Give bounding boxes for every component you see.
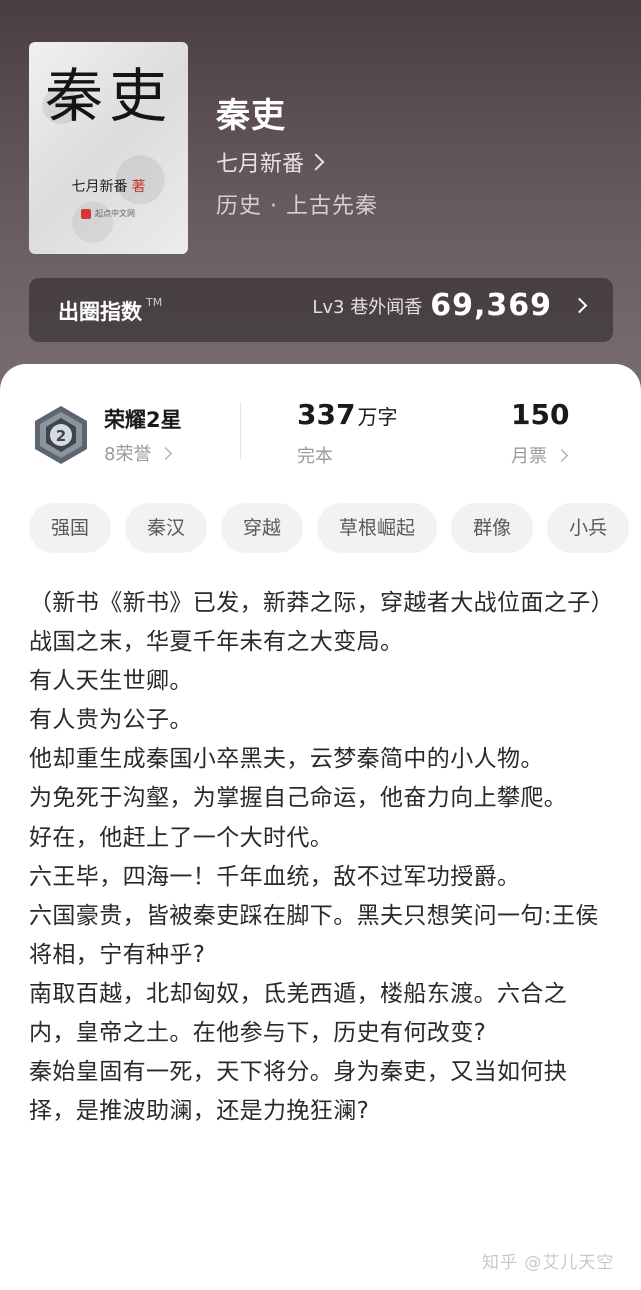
synopsis-line: 有人天生世卿。 <box>29 668 193 695</box>
tag-chip[interactable]: 草根崛起 <box>317 503 438 553</box>
honor-name: 荣耀2星 <box>104 408 182 432</box>
cover-publisher-name: 起点中文网 <box>95 209 135 218</box>
tag-list: 强国 秦汉 穿越 草根崛起 群像 小兵 <box>29 503 641 553</box>
monthly-ticket-link[interactable]: 月票 <box>511 442 568 468</box>
chevron-right-icon <box>159 446 173 460</box>
book-cover[interactable]: 秦吏 七月新番著 起点中文网 <box>29 42 188 254</box>
author-name: 七月新番 <box>216 152 305 177</box>
synopsis-line: 他却重生成秦国小卒黑夫，云梦秦简中的小人物。 <box>29 746 544 773</box>
honor-count-link[interactable]: 8荣誉 <box>104 440 173 466</box>
synopsis-line: 六国豪贵，皆被秦吏踩在脚下。黑夫只想笑问一句:王侯将相，宁有种乎? <box>29 902 599 968</box>
tag-chip[interactable]: 群像 <box>451 503 534 553</box>
index-label: 出圈指数 TM <box>58 296 162 326</box>
chevron-right-icon <box>571 297 588 314</box>
synopsis-line: （新书《新书》已发，新莽之际，穿越者大战位面之子） <box>29 590 614 616</box>
book-category: 历史 · 上古先秦 <box>216 194 378 219</box>
cover-author: 七月新番著 <box>29 176 188 196</box>
tag-chip[interactable]: 小兵 <box>547 503 630 553</box>
word-count-value: 337 <box>297 398 356 431</box>
tag-chip[interactable]: 强国 <box>29 503 112 553</box>
monthly-ticket-count: 150 <box>511 398 570 431</box>
cover-author-suffix: 著 <box>131 179 146 195</box>
trademark-mark: TM <box>146 296 163 309</box>
badge-number: 2 <box>56 427 66 445</box>
synopsis-line: 六王毕，四海一！千年血统，敌不过军功授爵。 <box>29 863 521 890</box>
book-synopsis: （新书《新书》已发，新莽之际，穿越者大战位面之子） 战国之末，华夏千年未有之大变… <box>29 584 614 1131</box>
index-value-group: Lv3 巷外闻香 69,369 <box>312 288 588 323</box>
author-link[interactable]: 七月新番 <box>216 146 325 178</box>
synopsis-line: 有人贵为公子。 <box>29 707 193 734</box>
cover-title: 秦吏 <box>44 62 173 130</box>
word-count-unit: 万字 <box>357 405 398 429</box>
cover-author-name: 七月新番 <box>71 179 128 195</box>
index-level: Lv3 巷外闻香 <box>312 296 423 318</box>
book-detail-card: 2 荣耀2星 8荣誉 337 万字 完本 150 月票 强国 秦汉 穿越 草根崛起 群像小… <box>0 364 641 1290</box>
chevron-right-icon <box>555 448 568 462</box>
tag-chip[interactable]: 穿越 <box>221 503 304 553</box>
popularity-index-bar[interactable]: 出圈指数 TM Lv3 巷外闻香 69,369 <box>29 278 613 342</box>
synopsis-line: 南取百越，北却匈奴，氐羌西遁，楼船东渡。六合之内，皇帝之土。在他参与下，历史有何… <box>29 980 568 1047</box>
completion-status: 完本 <box>297 446 333 467</box>
zhihu-watermark: 知乎 @艾儿天空 <box>482 1253 615 1273</box>
book-header: 秦吏 七月新番著 起点中文网 秦吏 七月新番 历史 · 上古先秦 出圈指数 TM … <box>0 0 641 420</box>
book-title: 秦吏 <box>216 96 286 136</box>
chevron-right-icon <box>307 153 325 171</box>
publisher-logo-icon <box>81 208 91 219</box>
tag-chip[interactable]: 秦汉 <box>125 503 208 553</box>
stats-divider <box>240 402 241 460</box>
synopsis-line: 秦始皇固有一死，天下将分。身为秦吏，又当如何抉择，是推波助澜，还是力挽狂澜? <box>29 1059 568 1125</box>
synopsis-line: 战国之末，华夏千年未有之大变局。 <box>29 629 404 656</box>
monthly-ticket-label: 月票 <box>511 446 547 467</box>
cover-publisher: 起点中文网 <box>81 208 161 219</box>
honor-badge-icon[interactable]: 2 <box>32 404 90 466</box>
index-value: 69,369 <box>430 288 552 323</box>
synopsis-line: 为免死于沟壑，为掌握自己命运，他奋力向上攀爬。 <box>29 785 568 812</box>
index-label-text: 出圈指数 <box>58 300 142 324</box>
honor-count: 8荣誉 <box>104 444 152 465</box>
word-count: 337 万字 <box>297 398 397 431</box>
synopsis-line: 好在，他赶上了一个大时代。 <box>29 824 334 851</box>
